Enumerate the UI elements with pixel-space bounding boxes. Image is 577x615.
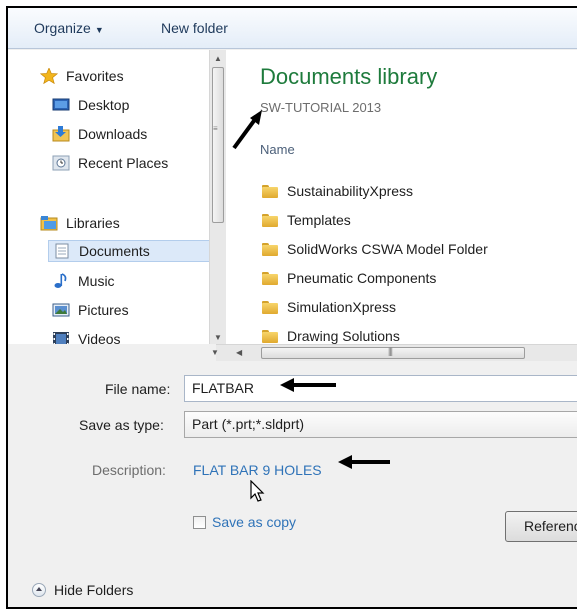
nav-label: Pictures	[78, 302, 129, 318]
nav-item-desktop[interactable]: Desktop	[52, 94, 129, 116]
scrollbar-thumb[interactable]	[212, 67, 224, 223]
folder-name: Drawing Solutions	[287, 328, 400, 344]
references-button[interactable]: References...	[505, 511, 577, 542]
nav-label: Documents	[79, 243, 150, 259]
nav-item-videos[interactable]: Videos	[52, 328, 121, 344]
recent-places-icon	[52, 155, 70, 171]
nav-label: Desktop	[78, 97, 130, 113]
list-item[interactable]: SimulationXpress	[262, 296, 396, 318]
downloads-icon	[52, 126, 70, 142]
library-title: Documents library	[260, 64, 438, 89]
nav-label: Recent Places	[78, 155, 169, 171]
videos-icon	[52, 331, 70, 344]
nav-scrollbar[interactable]: ▲ ≡ ▼	[209, 50, 226, 344]
chevron-down-icon: ▼	[94, 25, 104, 35]
toolbar: Organize ▼ New folder	[8, 8, 577, 49]
nav-label: Favorites	[66, 68, 124, 84]
scroll-up-icon[interactable]: ▲	[214, 54, 222, 63]
desktop-icon	[52, 97, 70, 113]
nav-item-pictures[interactable]: Pictures	[52, 299, 129, 321]
grip-icon: ≡	[213, 124, 218, 133]
description-field[interactable]: FLAT BAR 9 HOLES	[193, 462, 322, 478]
nav-label: Music	[78, 273, 115, 289]
organize-menu[interactable]: Organize ▼	[34, 20, 104, 36]
folder-name: Pneumatic Components	[287, 270, 437, 286]
save-as-copy-label: Save as copy	[212, 514, 297, 530]
description-label: Description:	[92, 462, 166, 478]
folder-icon	[262, 271, 278, 285]
folder-name: Templates	[287, 212, 351, 228]
folder-name: SolidWorks CSWA Model Folder	[287, 241, 488, 257]
nav-item-recent-places[interactable]: Recent Places	[52, 152, 168, 174]
list-item[interactable]: SustainabilityXpress	[262, 180, 413, 202]
folder-icon	[262, 213, 278, 227]
save-as-type-label: Save as type:	[79, 417, 164, 433]
file-list-pane: Documents library SW-TUTORIAL 2013 Name …	[226, 50, 577, 344]
nav-label: Videos	[78, 331, 121, 344]
scroll-left-icon[interactable]: ◀	[236, 348, 242, 357]
annotation-arrow-icon	[338, 455, 390, 469]
folder-icon	[262, 329, 278, 343]
library-subtitle: SW-TUTORIAL 2013	[260, 100, 382, 115]
checkbox-icon[interactable]	[193, 515, 206, 529]
scroll-down-icon[interactable]: ▼	[211, 348, 219, 357]
nav-item-documents[interactable]: Documents	[48, 240, 212, 262]
annotation-arrow-icon	[280, 378, 336, 392]
navigation-pane: Favorites Desktop Downloads Recent Place…	[8, 50, 216, 344]
chevron-up-icon	[32, 583, 46, 597]
horizontal-scrollbar[interactable]: ▼ ◀ |||	[211, 344, 577, 361]
list-item[interactable]: SolidWorks CSWA Model Folder	[262, 238, 488, 260]
annotation-arrow-icon	[232, 110, 262, 150]
folder-name: SimulationXpress	[287, 299, 396, 315]
save-as-type-select[interactable]: Part (*.prt;*.sldprt)	[184, 411, 577, 438]
libraries-icon	[40, 215, 58, 231]
nav-item-music[interactable]: Music	[52, 270, 115, 292]
list-item[interactable]: Pneumatic Components	[262, 267, 436, 289]
list-item[interactable]: Templates	[262, 209, 351, 231]
file-name-label: File name:	[105, 381, 171, 397]
hide-folders-button[interactable]: Hide Folders	[32, 582, 133, 598]
folder-icon	[262, 242, 278, 256]
new-folder-button[interactable]: New folder	[161, 20, 228, 36]
scroll-down-icon[interactable]: ▼	[214, 333, 222, 342]
scrollbar-thumb[interactable]: |||	[261, 346, 525, 359]
organize-label: Organize	[34, 20, 91, 36]
hide-folders-label: Hide Folders	[54, 582, 134, 598]
mouse-cursor-icon	[250, 479, 266, 507]
nav-item-downloads[interactable]: Downloads	[52, 123, 147, 145]
star-icon	[39, 67, 59, 85]
documents-icon	[53, 243, 71, 259]
folder-name: SustainabilityXpress	[287, 183, 414, 199]
pictures-icon	[52, 302, 70, 318]
music-icon	[52, 273, 70, 289]
folder-icon	[262, 300, 278, 314]
folder-icon	[262, 184, 278, 198]
grip-icon: |||	[388, 346, 393, 356]
nav-label: Downloads	[78, 126, 148, 142]
save-as-copy-checkbox[interactable]: Save as copy	[193, 514, 296, 530]
file-name-input[interactable]: FLATBAR	[184, 375, 577, 402]
save-as-dialog: Organize ▼ New folder Favorites Desktop D…	[6, 6, 577, 609]
list-item[interactable]: Drawing Solutions	[262, 325, 400, 344]
nav-label: Libraries	[66, 215, 120, 231]
nav-item-libraries[interactable]: Libraries	[40, 212, 120, 234]
nav-item-favorites[interactable]: Favorites	[39, 65, 124, 87]
